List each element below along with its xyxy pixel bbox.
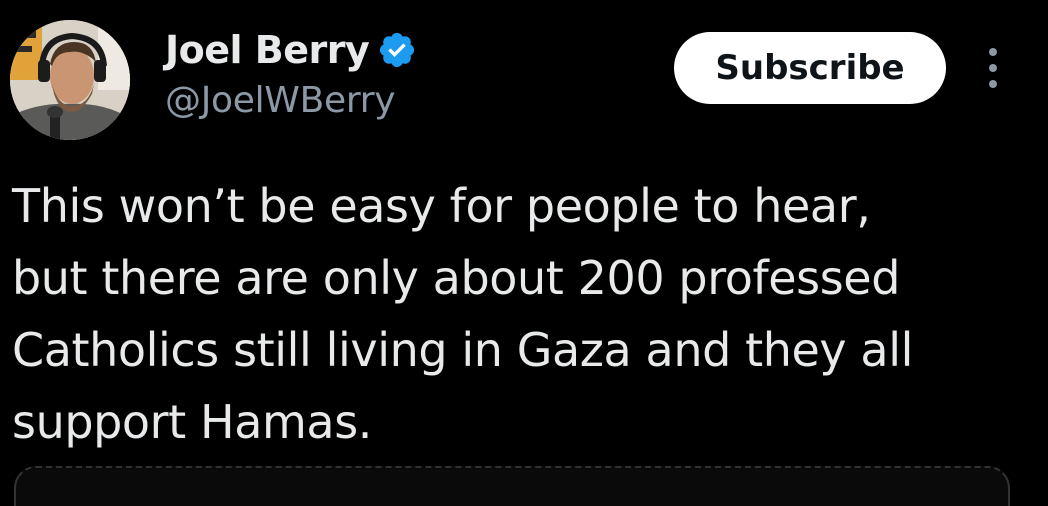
quoted-post-card[interactable] bbox=[14, 466, 1010, 506]
subscribe-button[interactable]: Subscribe bbox=[674, 32, 946, 104]
verified-badge-icon bbox=[377, 30, 417, 70]
tweet-text: This won’t be easy for people to hear, b… bbox=[12, 179, 913, 449]
author-handle[interactable]: @JoelWBerry bbox=[165, 80, 417, 121]
author-display-name[interactable]: Joel Berry bbox=[165, 28, 370, 72]
more-dot bbox=[989, 64, 997, 72]
more-dot bbox=[989, 48, 997, 56]
more-vertical-icon[interactable] bbox=[982, 48, 1004, 88]
avatar-image bbox=[10, 20, 130, 140]
tweet: Joel Berry @JoelWBerry Subscribe This wo… bbox=[0, 0, 1048, 506]
more-dot bbox=[989, 80, 997, 88]
name-row: Joel Berry bbox=[165, 26, 417, 74]
author-info: Joel Berry @JoelWBerry bbox=[165, 26, 417, 121]
author-avatar[interactable] bbox=[10, 20, 130, 140]
